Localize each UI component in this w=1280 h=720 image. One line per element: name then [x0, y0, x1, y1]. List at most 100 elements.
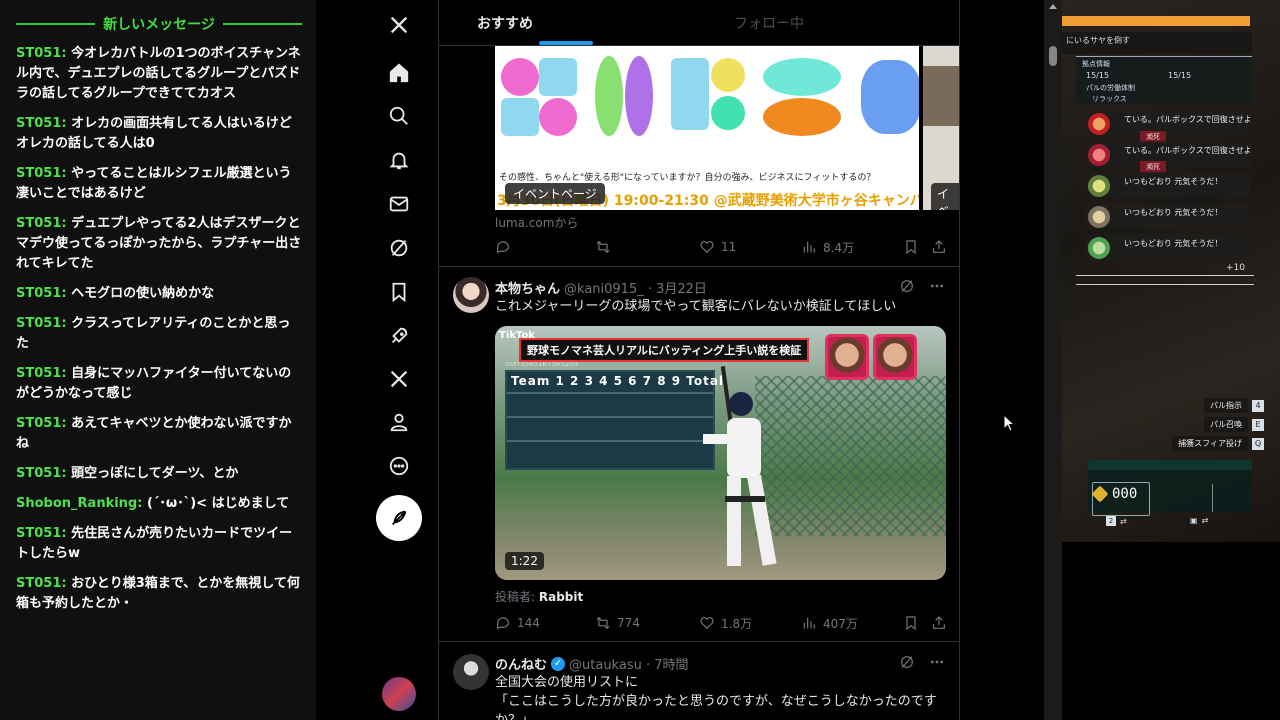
- key-hint-key: 4: [1252, 399, 1264, 412]
- repost-button[interactable]: 774: [595, 615, 640, 631]
- credit-name[interactable]: Rabbit: [539, 590, 583, 604]
- swap-icon: ⇄: [1120, 516, 1127, 526]
- reply-button[interactable]: [495, 239, 517, 255]
- base-info-panel: 拠点情報 15/15 15/15 パルの労働体制 リラックス: [1076, 56, 1252, 104]
- more-options-icon[interactable]: [929, 654, 945, 670]
- chat-message: ST051: あえてキャベツとか使わない派ですかね: [16, 414, 302, 454]
- x-window: おすすめ フォロー中 その感性、ちゃんと"使える形"になっていますか？自分の強み…: [318, 0, 1062, 720]
- author-handle[interactable]: @kani0915_ · 3月22日: [564, 278, 707, 297]
- profile-icon[interactable]: [384, 407, 414, 437]
- repost-icon: [596, 616, 610, 630]
- chat-username: ST051:: [16, 416, 67, 431]
- chat-username: ST051:: [16, 576, 67, 591]
- chat-message: ST051: デュエプレやってる2人はデスザークとマデウ使ってるっぽかったから、…: [16, 214, 302, 274]
- key-hint: パル指示 4: [1204, 398, 1264, 413]
- notifications-icon[interactable]: [384, 145, 414, 175]
- views-count: 407万: [823, 616, 858, 631]
- quest-text: にいるサヤを倒す: [1062, 32, 1252, 54]
- video-face-2: [873, 334, 917, 380]
- author-name[interactable]: 本物ちゃん: [495, 278, 560, 297]
- reply-button[interactable]: 144: [495, 615, 540, 631]
- chat-message: ST051: おひとり様3箱まで、とかを無視して何箱も予約したとか・: [16, 574, 302, 614]
- more-icon[interactable]: [384, 451, 414, 481]
- bookmark-button[interactable]: [903, 615, 919, 631]
- post-avatar[interactable]: [453, 654, 489, 690]
- game-panel-blank: [1062, 542, 1280, 720]
- chat-title: 新しいメッセージ: [103, 17, 215, 33]
- grok-icon[interactable]: [899, 278, 915, 294]
- messages-icon[interactable]: [384, 189, 414, 219]
- scrollbar-thumb[interactable]: [1049, 46, 1057, 66]
- post-divider: [439, 641, 959, 642]
- chat-text: (´･ω･`)< はじめまして: [146, 496, 290, 511]
- video-duration: 1:22: [505, 552, 544, 570]
- tab-following[interactable]: フォロー中: [699, 0, 959, 45]
- event-image-2[interactable]: イベ: [923, 46, 959, 210]
- key-hint: パル召喚 E: [1204, 417, 1264, 432]
- more-options-icon[interactable]: [929, 278, 945, 294]
- post-text: これメジャーリーグの球場でやって観客にバレないか検証してほしい: [495, 299, 897, 314]
- views-icon: [803, 241, 815, 253]
- key-hint-key: Q: [1252, 437, 1264, 450]
- game-message: ている。パルボックスで回復させよう。: [1086, 110, 1250, 136]
- key-hint-label: パル召喚: [1204, 417, 1248, 432]
- rocket-icon[interactable]: [384, 321, 414, 351]
- mouse-cursor-icon: [1003, 414, 1015, 432]
- chat-panel: 新しいメッセージ ST051: 今オレカバトルの1つのボイスチャンネル内で、デュ…: [0, 0, 316, 720]
- key-hint-label: パル指示: [1204, 398, 1248, 413]
- game-message: いつもどおり 元気そうだ！: [1086, 234, 1250, 260]
- reply-icon: [497, 241, 509, 254]
- search-icon[interactable]: [384, 101, 414, 131]
- event-image[interactable]: その感性、ちゃんと"使える形"になっていますか？自分の強み、ビジネスにフィットす…: [495, 46, 919, 210]
- base-stat-2: 15/15: [1168, 71, 1192, 80]
- like-button[interactable]: 11: [699, 239, 736, 255]
- scrollbar[interactable]: [1044, 0, 1062, 720]
- home-icon[interactable]: [384, 58, 414, 88]
- chat-message: ST051: 先住民さんが売りたいカードでツイートしたらw: [16, 524, 302, 564]
- grok-icon[interactable]: [384, 233, 414, 263]
- x-logo-icon[interactable]: [384, 10, 414, 40]
- share-button[interactable]: [931, 239, 947, 255]
- video-credit: 投稿者: Rabbit: [495, 588, 583, 605]
- post-header: のんねむ ✓ @utaukasu · 7時間: [495, 654, 689, 673]
- bookmark-button[interactable]: [903, 239, 919, 255]
- game-message: いつもどおり 元気そうだ！: [1086, 172, 1250, 198]
- share-button[interactable]: [931, 615, 947, 631]
- like-button[interactable]: 1.8万: [699, 615, 752, 632]
- tab-for-you[interactable]: おすすめ: [439, 0, 699, 45]
- link-source[interactable]: luma.comから: [495, 214, 578, 231]
- reply-count: 144: [517, 616, 540, 630]
- ammo-count: 000: [1112, 486, 1138, 502]
- scroll-up-arrow-icon[interactable]: [1049, 4, 1057, 9]
- pal-icon: [1088, 175, 1110, 197]
- chat-message: ST051: ヘモグロの使い納めかな: [16, 284, 302, 304]
- author-handle[interactable]: @utaukasu · 7時間: [569, 654, 689, 673]
- event-page-badge-2: イベ: [931, 183, 959, 210]
- event-caption: その感性、ちゃんと"使える形"になっていますか？自分の強み、ビジネスにフィットす…: [499, 173, 876, 183]
- views-icon: [803, 617, 815, 629]
- repost-button[interactable]: [595, 239, 617, 255]
- video-player[interactable]: Team 1 2 3 4 5 6 7 8 9 Total TikTok user…: [495, 326, 946, 580]
- hotkey-hint: 2 ⇄: [1106, 516, 1127, 526]
- bookmarks-icon[interactable]: [384, 277, 414, 307]
- more-count: +10: [1226, 263, 1245, 273]
- game-panel: にいるサヤを倒す 拠点情報 15/15 15/15 パルの労働体制 リラックス …: [1062, 0, 1280, 542]
- views-button[interactable]: 8.4万: [801, 239, 854, 256]
- event-card[interactable]: その感性、ちゃんと"使える形"になっていますか？自分の強み、ビジネスにフィットす…: [495, 46, 959, 210]
- chat-message: ST051: オレカの画面共有してる人はいるけどオレカの話してる人は0: [16, 114, 302, 154]
- post-divider: [439, 266, 959, 267]
- hotkey-hint: ▣ ⇄: [1190, 516, 1208, 525]
- grok-icon[interactable]: [899, 654, 915, 670]
- compose-post-button[interactable]: [376, 495, 422, 541]
- base-title: 拠点情報: [1082, 60, 1110, 68]
- account-avatar[interactable]: [382, 677, 416, 711]
- chat-username: ST051:: [16, 216, 67, 231]
- video-overlay-title: 野球モノマネ芸人リアルにバッティング上手い説を検証: [519, 338, 810, 362]
- views-button[interactable]: 407万: [801, 615, 858, 632]
- tab-following-label: フォロー中: [734, 15, 804, 32]
- author-name[interactable]: のんねむ: [495, 654, 547, 673]
- repost-count: 774: [617, 616, 640, 630]
- premium-x-icon[interactable]: [384, 364, 414, 394]
- post-avatar[interactable]: [453, 277, 489, 313]
- hotbar-separator: [1212, 484, 1213, 512]
